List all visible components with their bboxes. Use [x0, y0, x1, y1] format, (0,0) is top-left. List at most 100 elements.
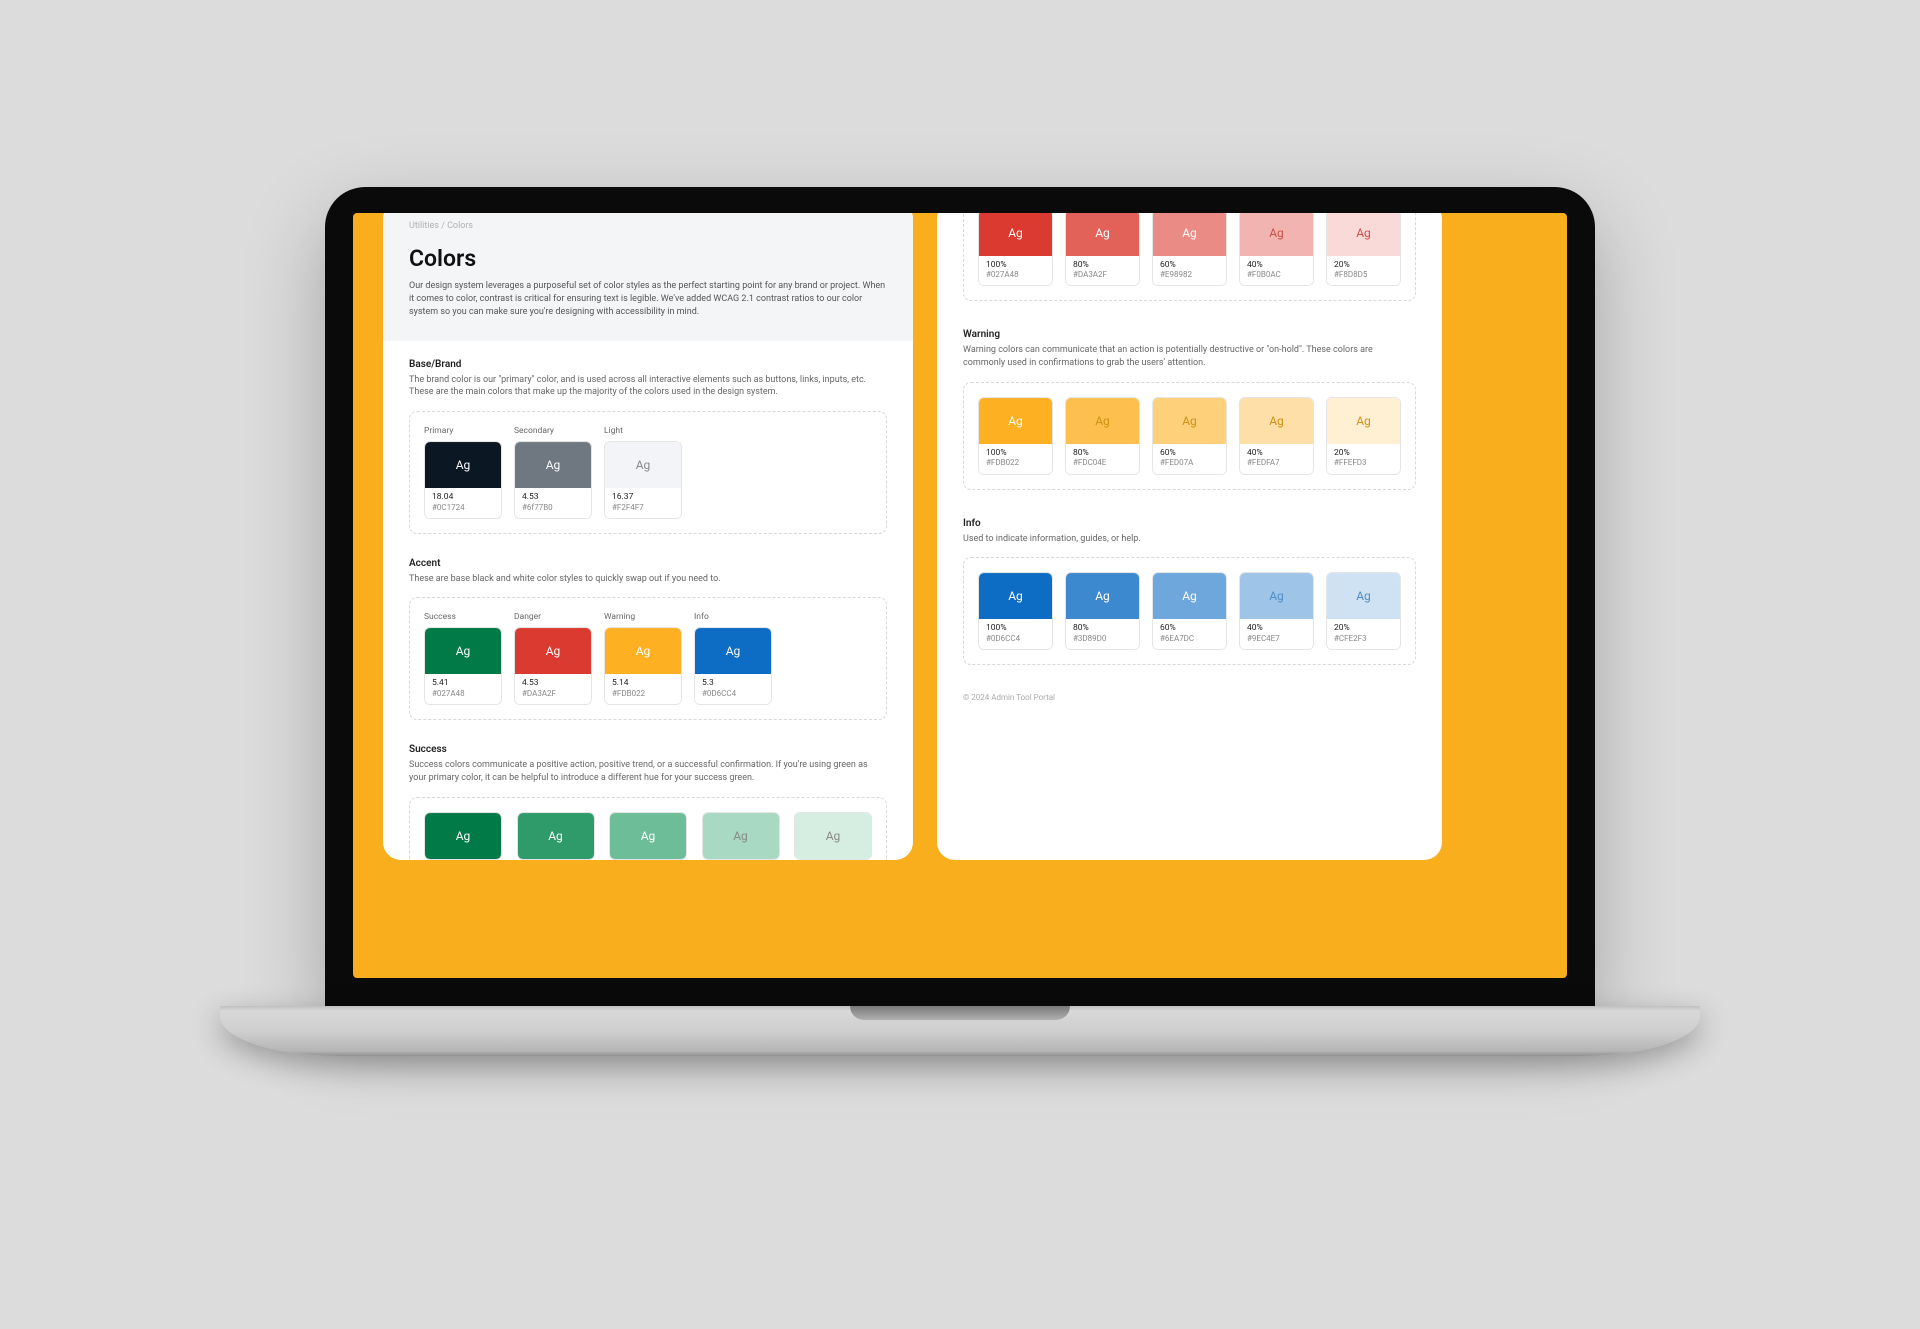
swatch-color: Ag — [515, 442, 591, 488]
swatch-meta-line1: 18.04 — [432, 493, 494, 503]
swatch: Ag20%#FFEFD3 — [1326, 397, 1401, 475]
swatch-block: Ag 4.53#DA3A2F — [514, 627, 592, 705]
swatch-meta-line2: #0D6CC4 — [702, 689, 764, 698]
swatch-meta-line2: #DA3A2F — [1073, 270, 1132, 279]
swatch: Ag80%#2F9B6A — [517, 812, 595, 860]
swatch-meta-line2: #0C1724 — [432, 503, 494, 512]
swatch-label: Warning — [604, 612, 682, 622]
swatch-meta-line1: 40% — [1247, 449, 1306, 459]
swatch-row: SuccessAg5.41#027A48 Danger Ag 4.53#DA3A2F W… — [409, 597, 887, 720]
section-desc: Warning colors can communicate that an a… — [963, 345, 1416, 370]
section: Success Success colors communicate a posi… — [383, 726, 913, 859]
swatch-color: Ag — [518, 813, 594, 859]
swatch-color: Ag — [425, 442, 501, 488]
swatch-meta-line1: 20% — [1334, 449, 1393, 459]
swatch-meta-line1: 20% — [1334, 624, 1393, 634]
swatch-row: PrimaryAg18.04#0C1724SecondaryAg4.53#6f7… — [409, 411, 887, 534]
swatch: Ag 80%#DA3A2F — [1065, 213, 1140, 287]
swatch: InfoAg5.3#0D6CC4 — [694, 612, 772, 705]
swatch-meta: 40%#FEDFA7 — [1240, 444, 1313, 474]
swatch-meta: 16.37#F2F4F7 — [605, 488, 681, 518]
doc-card-left: Utilities / Colors Colors Our design sys… — [383, 213, 913, 860]
section-desc: Success colors communicate a positive ac… — [409, 759, 887, 784]
swatch-meta: 60%#FED07A — [1153, 444, 1226, 474]
swatch-block: Ag80%#3D89D0 — [1065, 572, 1140, 650]
swatch-meta-line2: #E98982 — [1160, 270, 1219, 279]
breadcrumb: Utilities / Colors — [409, 221, 887, 231]
swatch-meta: 100%#027A48 — [979, 256, 1052, 286]
swatch-block: Ag4.53#6f77B0 — [514, 441, 592, 519]
swatch-meta-line1: 16.37 — [612, 493, 674, 503]
swatch: Ag100%#0D6CC4 — [978, 572, 1053, 650]
swatch-meta-line2: #FFEFD3 — [1334, 458, 1393, 467]
swatch-block: Ag40%#FEDFA7 — [1239, 397, 1314, 475]
swatch-block: Ag60%#E98982 — [1152, 213, 1227, 287]
swatch-row: Ag100%#FDB022Ag80%#FDC04EAg60%#FED07AAg4… — [963, 382, 1416, 490]
swatch-block: Ag60%#FED07A — [1152, 397, 1227, 475]
swatch-block: Ag80%#2F9B6A — [517, 812, 595, 860]
swatch-color: Ag — [1240, 213, 1313, 256]
swatch-block: Ag16.37#F2F4F7 — [604, 441, 682, 519]
swatch-meta-line1: 80% — [1073, 624, 1132, 634]
swatch-meta-line1: 5.3 — [702, 679, 764, 689]
swatch-row: Ag100%#0D6CC4Ag80%#3D89D0Ag60%#6EA7DCAg4… — [963, 557, 1416, 665]
doc-card-right: Ag100%#027A48Ag80%#DA3A2FAg60%#E98982Ag4… — [937, 213, 1442, 860]
swatch-block: Ag40%#F0B0AC — [1239, 213, 1314, 287]
section-title: Warning — [963, 330, 1416, 341]
swatch-meta-line2: #FEDFA7 — [1247, 458, 1306, 467]
swatch-meta: 80%#3D89D0 — [1066, 619, 1139, 649]
swatch-color: Ag — [695, 628, 771, 674]
swatch-block: Ag40%#9EC4E7 — [1239, 572, 1314, 650]
swatch-meta-line1: 4.53 — [522, 679, 584, 689]
page-description: Our design system leverages a purposeful… — [409, 280, 887, 319]
swatch-color: Ag — [979, 573, 1052, 619]
swatch-block: Ag20%#D6EEE2 — [794, 812, 872, 860]
swatch-meta-line1: 100% — [986, 449, 1045, 459]
swatch-block: Ag40%#A8D9C2 — [702, 812, 780, 860]
swatch-block: Ag100%#027A48 — [424, 812, 502, 860]
swatch-color: Ag — [1066, 213, 1139, 256]
swatch-meta: 40%#F0B0AC — [1240, 256, 1313, 286]
swatch-meta-line1: 100% — [986, 261, 1045, 271]
swatch-block: Ag 80%#DA3A2F — [1065, 213, 1140, 287]
swatch-meta-line2: #9EC4E7 — [1247, 634, 1306, 643]
section-desc: These are base black and white color sty… — [409, 573, 887, 586]
swatch-label: Danger — [514, 612, 592, 622]
swatch-meta-line1: 80% — [1073, 261, 1132, 271]
section-title: Success — [409, 744, 887, 755]
swatch: WarningAg5.14#FDB022 — [604, 612, 682, 705]
swatch-block: Ag100%#027A48 — [978, 213, 1053, 287]
swatch-meta: 80%#FDC04E — [1066, 444, 1139, 474]
swatch-color: Ag — [515, 628, 591, 674]
section-desc: The brand color is our "primary" color, … — [409, 374, 887, 399]
swatch: SecondaryAg4.53#6f77B0 — [514, 426, 592, 519]
swatch: Ag40%#A8D9C2 — [702, 812, 780, 860]
section: Warning Warning colors can communicate th… — [937, 308, 1442, 496]
swatch-meta-line1: 5.14 — [612, 679, 674, 689]
swatch-color: Ag — [979, 398, 1052, 444]
swatch: Ag40%#F0B0AC — [1239, 213, 1314, 287]
swatch-meta-line2: #FDB022 — [986, 458, 1045, 467]
swatch: Ag100%#027A48 — [424, 812, 502, 860]
swatch-meta-line1: 100% — [986, 624, 1045, 634]
section-title: Accent — [409, 558, 887, 569]
swatch-color: Ag — [979, 213, 1052, 256]
swatch-meta-line2: #DA3A2F — [522, 689, 584, 698]
swatch: Light Ag16.37#F2F4F7 — [604, 426, 682, 519]
swatch-block: Ag20%#CFE2F3 — [1326, 572, 1401, 650]
swatch-color: Ag — [610, 813, 686, 859]
swatch-block: Ag 5.3#0D6CC4 — [694, 627, 772, 705]
swatch-label: Success — [424, 612, 502, 622]
swatch-meta-line1: 80% — [1073, 449, 1132, 459]
swatch: SuccessAg5.41#027A48 — [424, 612, 502, 705]
swatch-label: Light — [604, 426, 682, 436]
swatch-meta: 4.53#6f77B0 — [515, 488, 591, 518]
swatch-block: Ag20%#FFEFD3 — [1326, 397, 1401, 475]
swatch-color: Ag — [605, 442, 681, 488]
swatch-color: Ag — [1153, 213, 1226, 256]
section: Accent These are base black and white col… — [383, 540, 913, 727]
swatch-meta: 60%#E98982 — [1153, 256, 1226, 286]
swatch: Ag20%#F8D8D5 — [1326, 213, 1401, 287]
swatch-color: Ag — [1153, 398, 1226, 444]
swatch-meta: 100%#FDB022 — [979, 444, 1052, 474]
